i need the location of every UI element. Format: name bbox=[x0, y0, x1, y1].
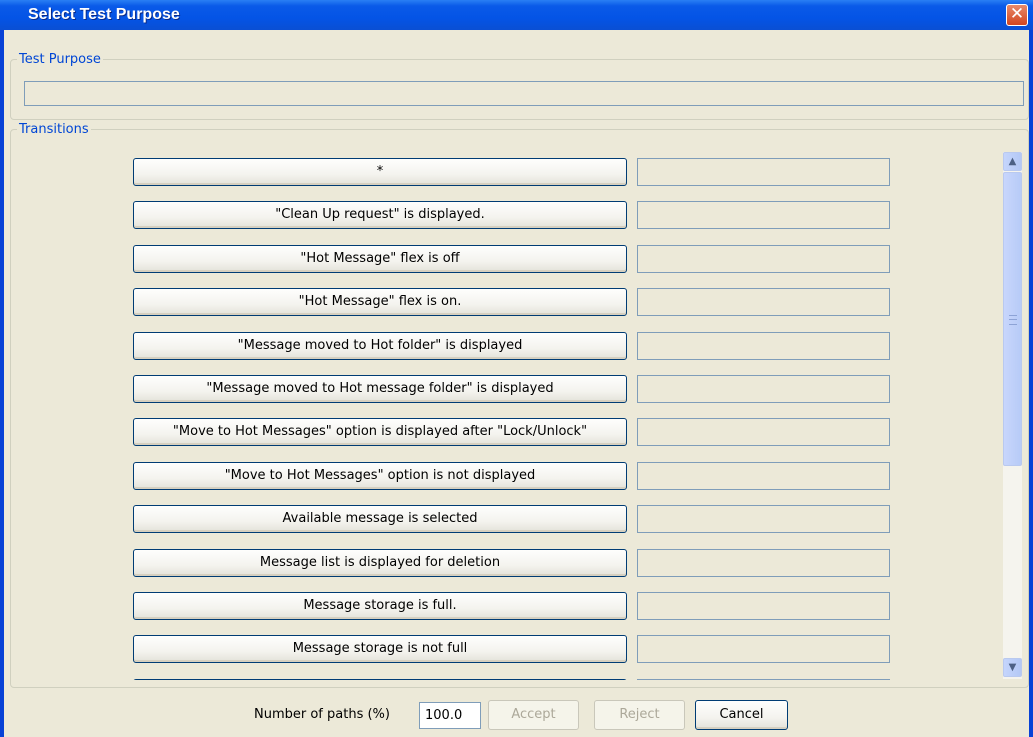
transitions-list: * "Clean Up request" is displayed. "Hot Me… bbox=[16, 145, 1001, 680]
transition-value-field[interactable] bbox=[637, 332, 890, 360]
close-icon: ✕ bbox=[1009, 4, 1025, 24]
transition-value-field[interactable] bbox=[637, 201, 890, 229]
scroll-thumb[interactable] bbox=[1003, 172, 1022, 466]
footer-bar: Number of paths (%) Accept Reject Cancel bbox=[0, 690, 1025, 737]
transition-button[interactable]: "Message moved to Hot folder" is display… bbox=[133, 332, 627, 360]
transition-value-field[interactable] bbox=[637, 245, 890, 273]
transition-value-field[interactable] bbox=[637, 679, 890, 680]
transition-button[interactable]: "Move to Hot Messages" option is not dis… bbox=[133, 462, 627, 490]
window-title: Select Test Purpose bbox=[28, 6, 180, 23]
transition-button[interactable]: "Clean Up request" is displayed. bbox=[133, 201, 627, 229]
paths-input[interactable] bbox=[419, 702, 481, 729]
transitions-legend: Transitions bbox=[19, 122, 89, 137]
transition-value-field[interactable] bbox=[637, 549, 890, 577]
transition-button[interactable]: "Hot Message" flex is off bbox=[133, 245, 627, 273]
chevron-up-icon: ▲ bbox=[1008, 156, 1017, 167]
transition-button[interactable]: "Move to Hot Messages" option is display… bbox=[133, 418, 627, 446]
transition-value-field[interactable] bbox=[637, 505, 890, 533]
transition-value-field[interactable] bbox=[637, 592, 890, 620]
cancel-button[interactable]: Cancel bbox=[695, 700, 788, 730]
paths-label: Number of paths (%) bbox=[254, 707, 390, 722]
transition-button[interactable]: Message storage is full. bbox=[133, 592, 627, 620]
transition-button[interactable]: * bbox=[133, 158, 627, 186]
transition-button[interactable]: Message list is displayed for deletion bbox=[133, 549, 627, 577]
transition-value-field[interactable] bbox=[637, 375, 890, 403]
transition-value-field[interactable] bbox=[637, 418, 890, 446]
close-button[interactable]: ✕ bbox=[1006, 4, 1028, 26]
test-purpose-legend: Test Purpose bbox=[19, 52, 101, 67]
test-purpose-field[interactable] bbox=[24, 81, 1024, 106]
transition-button[interactable]: "Hot Message" flex is on. bbox=[133, 288, 627, 316]
scroll-up-button[interactable]: ▲ bbox=[1003, 152, 1022, 171]
transition-value-field[interactable] bbox=[637, 635, 890, 663]
transition-value-field[interactable] bbox=[637, 158, 890, 186]
scroll-down-button[interactable]: ▼ bbox=[1003, 658, 1022, 677]
transition-value-field[interactable] bbox=[637, 288, 890, 316]
transition-button[interactable] bbox=[133, 679, 627, 680]
reject-button[interactable]: Reject bbox=[594, 700, 685, 730]
grip-icon bbox=[1009, 315, 1017, 325]
accept-button[interactable]: Accept bbox=[488, 700, 579, 730]
chevron-down-icon: ▼ bbox=[1008, 662, 1017, 673]
vertical-scrollbar[interactable]: ▲ ▼ bbox=[1003, 152, 1022, 679]
transition-button[interactable]: Message storage is not full bbox=[133, 635, 627, 663]
transition-button[interactable]: Available message is selected bbox=[133, 505, 627, 533]
transition-value-field[interactable] bbox=[637, 462, 890, 490]
transition-button[interactable]: "Message moved to Hot message folder" is… bbox=[133, 375, 627, 403]
title-bar[interactable]: Select Test Purpose ✕ bbox=[0, 0, 1033, 30]
